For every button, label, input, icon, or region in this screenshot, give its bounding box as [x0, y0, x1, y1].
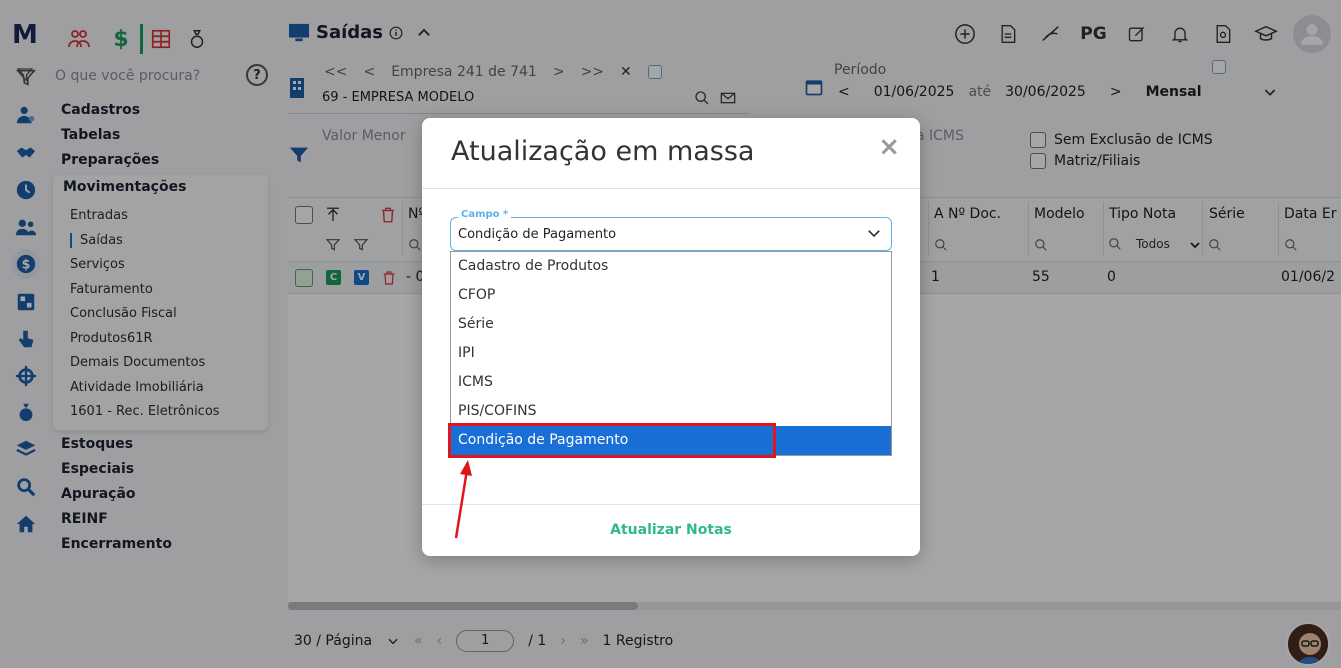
option-serie[interactable]: Série [451, 310, 891, 339]
atualizar-notas-button[interactable]: Atualizar Notas [422, 522, 920, 538]
campo-value: Condição de Pagamento [458, 227, 617, 242]
modal-title: Atualização em massa [451, 136, 755, 167]
modal-footer-divider [422, 504, 920, 505]
option-cadastro-produtos[interactable]: Cadastro de Produtos [451, 252, 891, 281]
modal-divider [422, 188, 920, 189]
annotation-arrow-icon [454, 460, 472, 539]
option-icms[interactable]: ICMS [451, 368, 891, 397]
option-ipi[interactable]: IPI [451, 339, 891, 368]
highlight-box [448, 423, 776, 458]
close-icon[interactable]: × [878, 132, 900, 162]
chevron-down-icon[interactable] [865, 224, 883, 242]
campo-label: Campo * [458, 209, 512, 220]
campo-select[interactable]: Campo * Condição de Pagamento [450, 209, 892, 251]
option-pis-cofins[interactable]: PIS/COFINS [451, 397, 891, 426]
option-cfop[interactable]: CFOP [451, 281, 891, 310]
bulk-update-modal: Atualização em massa × Campo * Condição … [422, 118, 920, 556]
